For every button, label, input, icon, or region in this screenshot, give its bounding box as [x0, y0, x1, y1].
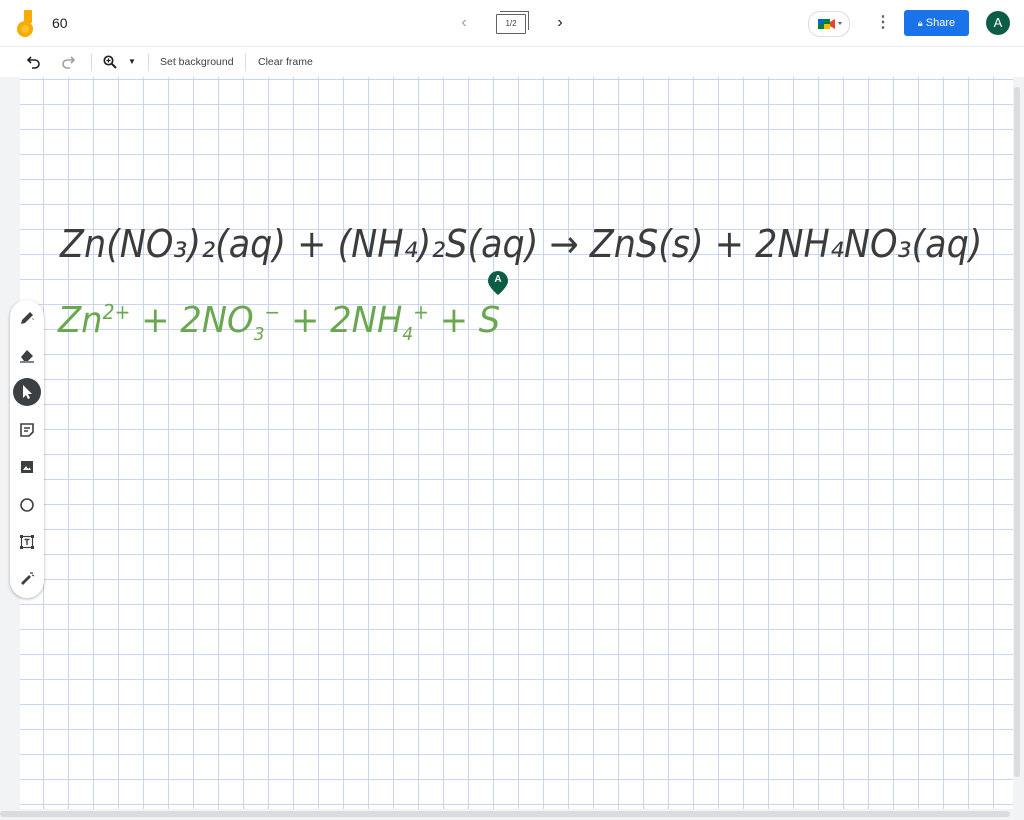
zoom-button[interactable]	[100, 51, 120, 73]
shape-tool[interactable]	[13, 491, 41, 519]
zoom-in-icon	[103, 55, 117, 69]
image-tool[interactable]	[13, 453, 41, 481]
collaborator-cursor: A	[487, 270, 509, 296]
frame-bar-toggle[interactable]: 1/2	[494, 11, 530, 37]
text-box-icon	[20, 535, 34, 549]
more-options-icon[interactable]: ⋮	[875, 13, 891, 33]
lock-icon: 🔒︎	[917, 18, 923, 28]
zoom-dropdown-button[interactable]: ▼	[124, 51, 140, 73]
redo-button[interactable]	[58, 51, 78, 73]
redo-icon	[62, 56, 76, 69]
share-button-label: Share	[925, 17, 956, 29]
caret-down-icon: ▼	[128, 57, 136, 66]
tool-palette	[10, 300, 44, 598]
ion-no3-subscript: 3	[253, 324, 265, 346]
text-box-tool[interactable]	[13, 528, 41, 556]
laser-icon	[21, 572, 35, 585]
handwritten-equation-line1: Zn(NO₃)₂(aq) + (NH₄)₂S(aq) → ZnS(s) + 2N…	[60, 222, 983, 266]
horizontal-scrollbar[interactable]	[0, 811, 1010, 817]
circle-icon	[20, 498, 34, 512]
account-avatar[interactable]: A	[986, 11, 1010, 35]
toolbar-divider	[91, 53, 92, 71]
select-icon	[23, 385, 32, 399]
undo-button[interactable]	[24, 51, 44, 73]
sticky-note-icon	[20, 423, 34, 437]
eraser-tool[interactable]	[13, 341, 41, 369]
collaborator-initial: A	[494, 274, 502, 285]
top-bar: 60 ‹ 1/2 › ⋮ 🔒︎ Share A	[0, 0, 1024, 46]
ion-no3-charge: −	[264, 300, 281, 324]
eraser-icon	[20, 350, 34, 363]
vertical-scrollbar[interactable]	[1014, 87, 1020, 777]
laser-tool[interactable]	[13, 565, 41, 593]
ion-s: + S	[428, 300, 501, 341]
ion-no3: + 2NO	[130, 300, 254, 341]
document-title[interactable]: 60	[52, 15, 68, 31]
share-button[interactable]: 🔒︎ Share	[904, 10, 969, 36]
whiteboard-canvas[interactable]	[20, 77, 1013, 809]
meet-icon	[818, 19, 842, 29]
sticky-note-tool[interactable]	[13, 416, 41, 444]
clear-frame-button[interactable]: Clear frame	[258, 52, 313, 72]
handwritten-equation-line2: Zn2+ + 2NO3− + 2NH4+ + S	[58, 300, 500, 345]
jamboard-logo-icon[interactable]	[14, 9, 38, 39]
pen-tool[interactable]	[13, 304, 41, 332]
ion-nh4: + 2NH	[280, 300, 403, 341]
meet-button[interactable]	[808, 11, 850, 37]
canvas-area	[0, 77, 1024, 820]
ion-zn-charge: 2+	[102, 300, 131, 324]
undo-icon	[26, 56, 40, 69]
pen-icon	[21, 312, 35, 324]
toolbar-divider	[148, 53, 149, 71]
set-background-button[interactable]: Set background	[160, 52, 234, 72]
next-frame-button[interactable]: ›	[551, 12, 569, 34]
image-icon	[21, 461, 33, 473]
ion-nh4-charge: +	[413, 300, 429, 324]
ion-zn: Zn	[58, 300, 103, 341]
editing-toolbar: ▼ Set background Clear frame	[0, 46, 1024, 78]
ion-nh4-subscript: 4	[402, 324, 414, 346]
frame-indicator-label: 1/2	[496, 14, 526, 34]
toolbar-divider	[245, 53, 246, 71]
previous-frame-button[interactable]: ‹	[455, 12, 473, 34]
select-tool[interactable]	[13, 378, 41, 406]
